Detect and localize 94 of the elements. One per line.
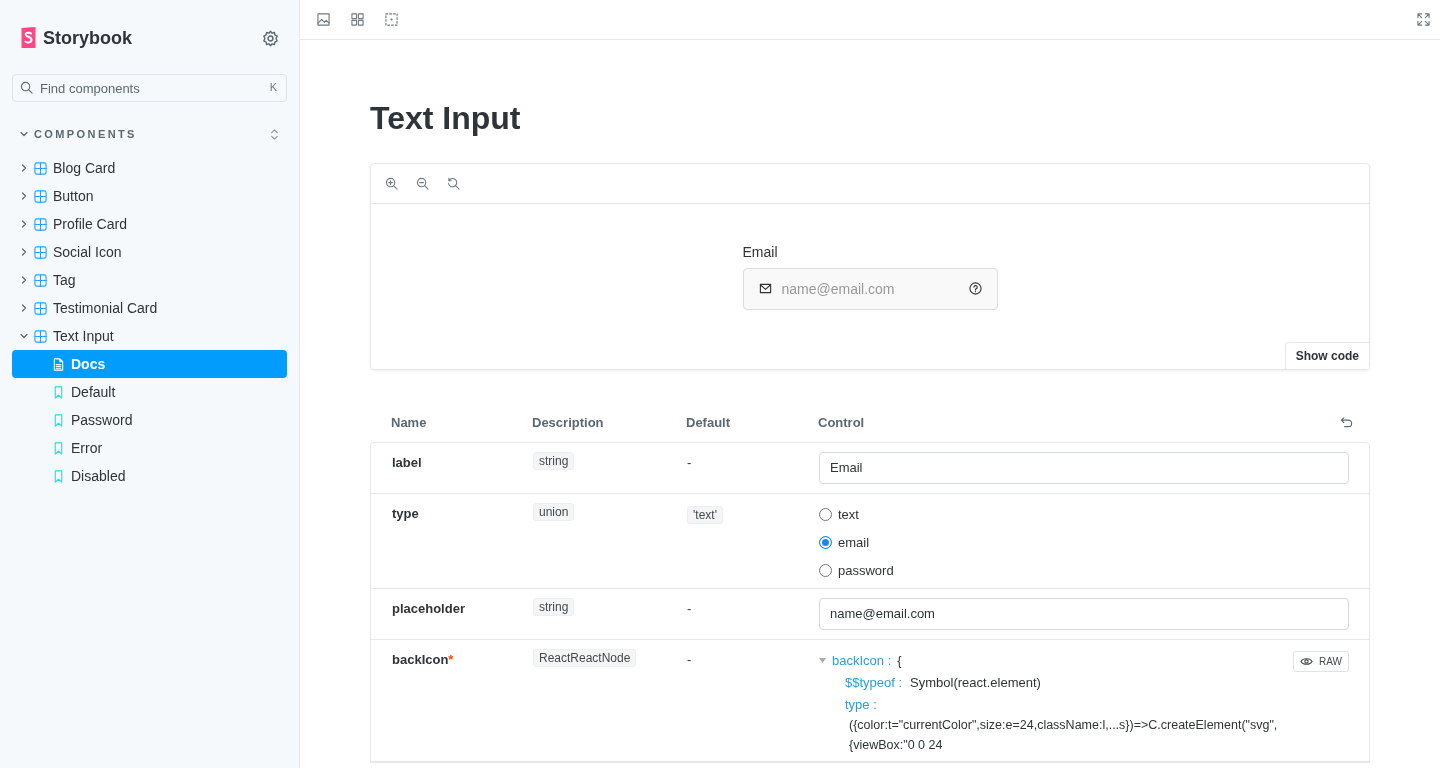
zoom-reset-icon[interactable] (447, 177, 460, 190)
collapse-triangle-icon[interactable] (819, 658, 826, 663)
undo-icon[interactable] (1340, 415, 1353, 429)
fullscreen-icon[interactable] (1417, 13, 1430, 26)
component-icon (34, 217, 47, 231)
field-label: Email (742, 244, 779, 260)
object-value: {viewBox:"0 0 24 (848, 738, 944, 752)
raw-button[interactable]: RAW (1293, 651, 1349, 672)
tree-item[interactable]: Text Input (12, 322, 287, 350)
tree-item[interactable]: Blog Card (12, 154, 287, 182)
component-icon (34, 161, 47, 175)
component-icon (34, 245, 47, 259)
radio-label: email (838, 534, 870, 550)
radio-option[interactable]: password (819, 561, 1349, 579)
image-icon[interactable] (317, 13, 330, 26)
tree-item[interactable]: Password (12, 406, 287, 434)
tree-item-label: Disabled (71, 468, 126, 484)
object-key: type : (845, 697, 877, 712)
tree-item-label: Blog Card (53, 160, 116, 176)
radio-option[interactable]: email (819, 533, 1349, 551)
frame-icon[interactable] (385, 13, 398, 26)
tree-item-label: Error (71, 440, 103, 456)
text-field[interactable]: name@email.com (819, 598, 1349, 630)
document-icon (52, 357, 65, 371)
tree-item[interactable]: Default (12, 378, 287, 406)
object-key: $$typeof : (845, 675, 903, 690)
object-value: Symbol(react.element) (910, 675, 1041, 690)
default-value-tag: 'text' (687, 506, 723, 524)
bookmark-icon (52, 385, 65, 399)
settings-icon[interactable] (262, 29, 279, 47)
bookmark-icon (52, 469, 65, 483)
column-header: Name (391, 414, 428, 430)
default-value: - (687, 652, 692, 667)
mail-icon (758, 282, 772, 295)
tree-item[interactable]: Disabled (12, 462, 287, 490)
object-brace: { (897, 653, 902, 668)
radio-button[interactable] (819, 563, 832, 577)
tree-item[interactable]: Tag (12, 266, 287, 294)
default-value: - (687, 601, 692, 616)
radio-label: password (838, 562, 894, 578)
brand-name: Storybook (43, 27, 132, 49)
text-field[interactable]: Email (819, 452, 1349, 484)
zoom-in-icon[interactable] (385, 177, 398, 190)
search-icon (20, 81, 33, 94)
radio-button[interactable] (819, 535, 832, 549)
type-tag: union (533, 503, 575, 521)
component-icon (34, 301, 47, 315)
column-header: Default (686, 414, 732, 430)
radio-button[interactable] (819, 507, 832, 521)
tree-item-label: Testimonial Card (53, 300, 158, 316)
prop-name: type (392, 505, 419, 521)
type-tag: string (533, 598, 575, 616)
bookmark-icon (52, 413, 65, 427)
type-tag: ReactReactNode (533, 649, 637, 667)
tree-item[interactable]: Error (12, 434, 287, 462)
email-field[interactable]: name@email.com (742, 268, 998, 310)
tree-item-label: Tag (53, 272, 76, 288)
bookmark-icon (52, 441, 65, 455)
component-icon (34, 273, 47, 287)
component-icon (34, 189, 47, 203)
radio-label: text (838, 506, 859, 522)
tree-item[interactable]: Button (12, 182, 287, 210)
tree-item-label: Text Input (53, 328, 114, 344)
object-value: ({color:t="currentColor",size:e=24,className:l,...s})=>C.createElement("svg", (848, 718, 1279, 732)
page-title: Text Input (370, 100, 522, 137)
help-icon (968, 282, 982, 295)
required-mark: * (448, 651, 454, 667)
column-header: Description (532, 414, 605, 430)
grid-icon[interactable] (351, 13, 364, 26)
tree-item[interactable]: Profile Card (12, 210, 287, 238)
prop-name: label (392, 454, 422, 470)
tree-item[interactable]: Testimonial Card (12, 294, 287, 322)
component-icon (34, 329, 47, 343)
object-key: backIcon : (832, 653, 892, 668)
tree-item-label: Default (71, 384, 116, 400)
radio-option[interactable]: text (819, 505, 1349, 523)
show-code-button[interactable]: Show code (1284, 342, 1369, 369)
logo-icon (20, 27, 37, 49)
section-header[interactable]: COMPONENTS (20, 128, 137, 140)
tree-item-label: Password (71, 412, 133, 428)
shortcut-key: K (269, 81, 277, 93)
tree-item-label: Profile Card (53, 216, 127, 232)
column-header: Control (818, 414, 866, 430)
tree-item-label: Social Icon (53, 244, 122, 260)
tree-item-label: Docs (71, 356, 106, 372)
tree-item-label: Button (53, 188, 94, 204)
expand-collapse-icon[interactable] (268, 127, 281, 141)
default-value: - (687, 455, 692, 470)
zoom-out-icon[interactable] (416, 177, 429, 190)
prop-name: placeholder (392, 600, 465, 616)
eye-icon (1300, 655, 1314, 668)
tree-item[interactable]: Social Icon (12, 238, 287, 266)
type-tag: string (533, 452, 575, 470)
prop-name: backIcon (392, 651, 449, 667)
